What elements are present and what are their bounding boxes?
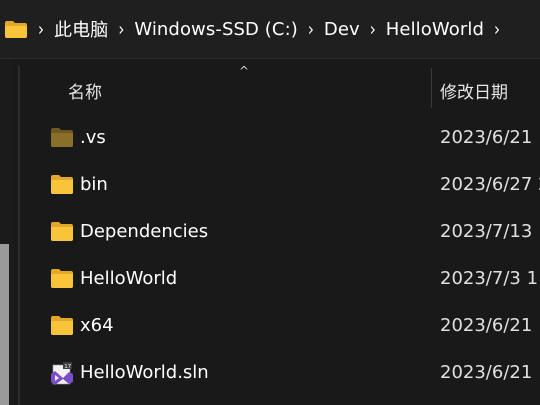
breadcrumb-drive-c[interactable]: Windows-SSD (C:) xyxy=(134,19,298,40)
file-name: x64 xyxy=(80,315,114,336)
file-name: bin xyxy=(80,174,108,195)
list-item[interactable]: .vs 2023/6/21 xyxy=(20,116,540,163)
address-bar[interactable]: › 此电脑 › Windows-SSD (C:) › Dev › HelloWo… xyxy=(0,0,540,59)
breadcrumb-dev[interactable]: Dev xyxy=(324,19,360,40)
folder-icon xyxy=(50,221,74,245)
sort-ascending-icon: ^ xyxy=(239,64,250,78)
chevron-right-icon[interactable]: › xyxy=(370,18,376,41)
column-header: 名称 ^ 修改日期 xyxy=(20,60,540,116)
list-item[interactable]: Dependencies 2023/7/13 xyxy=(20,210,540,257)
chevron-right-icon[interactable]: › xyxy=(118,18,124,41)
chevron-right-icon[interactable]: › xyxy=(38,18,44,41)
navigation-scrollbar-thumb[interactable] xyxy=(0,244,9,405)
file-name: Dependencies xyxy=(80,221,209,242)
folder-icon xyxy=(50,268,74,292)
folder-hidden-icon xyxy=(50,127,74,151)
list-item[interactable]: 17 HelloWorld.sln 2023/6/21 xyxy=(20,351,540,398)
breadcrumb-helloworld[interactable]: HelloWorld xyxy=(386,19,484,40)
chevron-right-icon[interactable]: › xyxy=(308,18,314,41)
folder-icon xyxy=(50,315,74,339)
column-header-date-modified[interactable]: 修改日期 xyxy=(440,78,508,103)
file-date-modified: 2023/7/13 xyxy=(440,221,533,242)
file-date-modified: 2023/7/3 1 xyxy=(440,268,539,289)
folder-icon xyxy=(50,174,74,198)
file-date-modified: 2023/6/21 xyxy=(440,315,533,336)
file-name: .vs xyxy=(80,127,106,148)
file-date-modified: 2023/6/27 2 xyxy=(440,174,540,195)
breadcrumb-this-pc[interactable]: 此电脑 xyxy=(54,16,108,42)
visual-studio-solution-icon: 17 xyxy=(50,362,74,386)
file-date-modified: 2023/6/21 xyxy=(440,362,533,383)
list-item[interactable]: HelloWorld 2023/7/3 1 xyxy=(20,257,540,304)
list-item[interactable]: bin 2023/6/27 2 xyxy=(20,163,540,210)
column-resize-handle[interactable] xyxy=(431,68,432,108)
file-name: HelloWorld.sln xyxy=(80,362,209,383)
folder-icon xyxy=(4,19,28,39)
column-header-name[interactable]: 名称 xyxy=(68,78,102,103)
list-item[interactable]: x64 2023/6/21 xyxy=(20,304,540,351)
chevron-right-icon[interactable]: › xyxy=(494,18,500,41)
file-name: HelloWorld xyxy=(80,268,178,289)
svg-text:17: 17 xyxy=(64,364,71,370)
file-date-modified: 2023/6/21 xyxy=(440,127,533,148)
file-list: .vs 2023/6/21 bin 2023/6/27 2 Dependenci… xyxy=(20,116,540,398)
